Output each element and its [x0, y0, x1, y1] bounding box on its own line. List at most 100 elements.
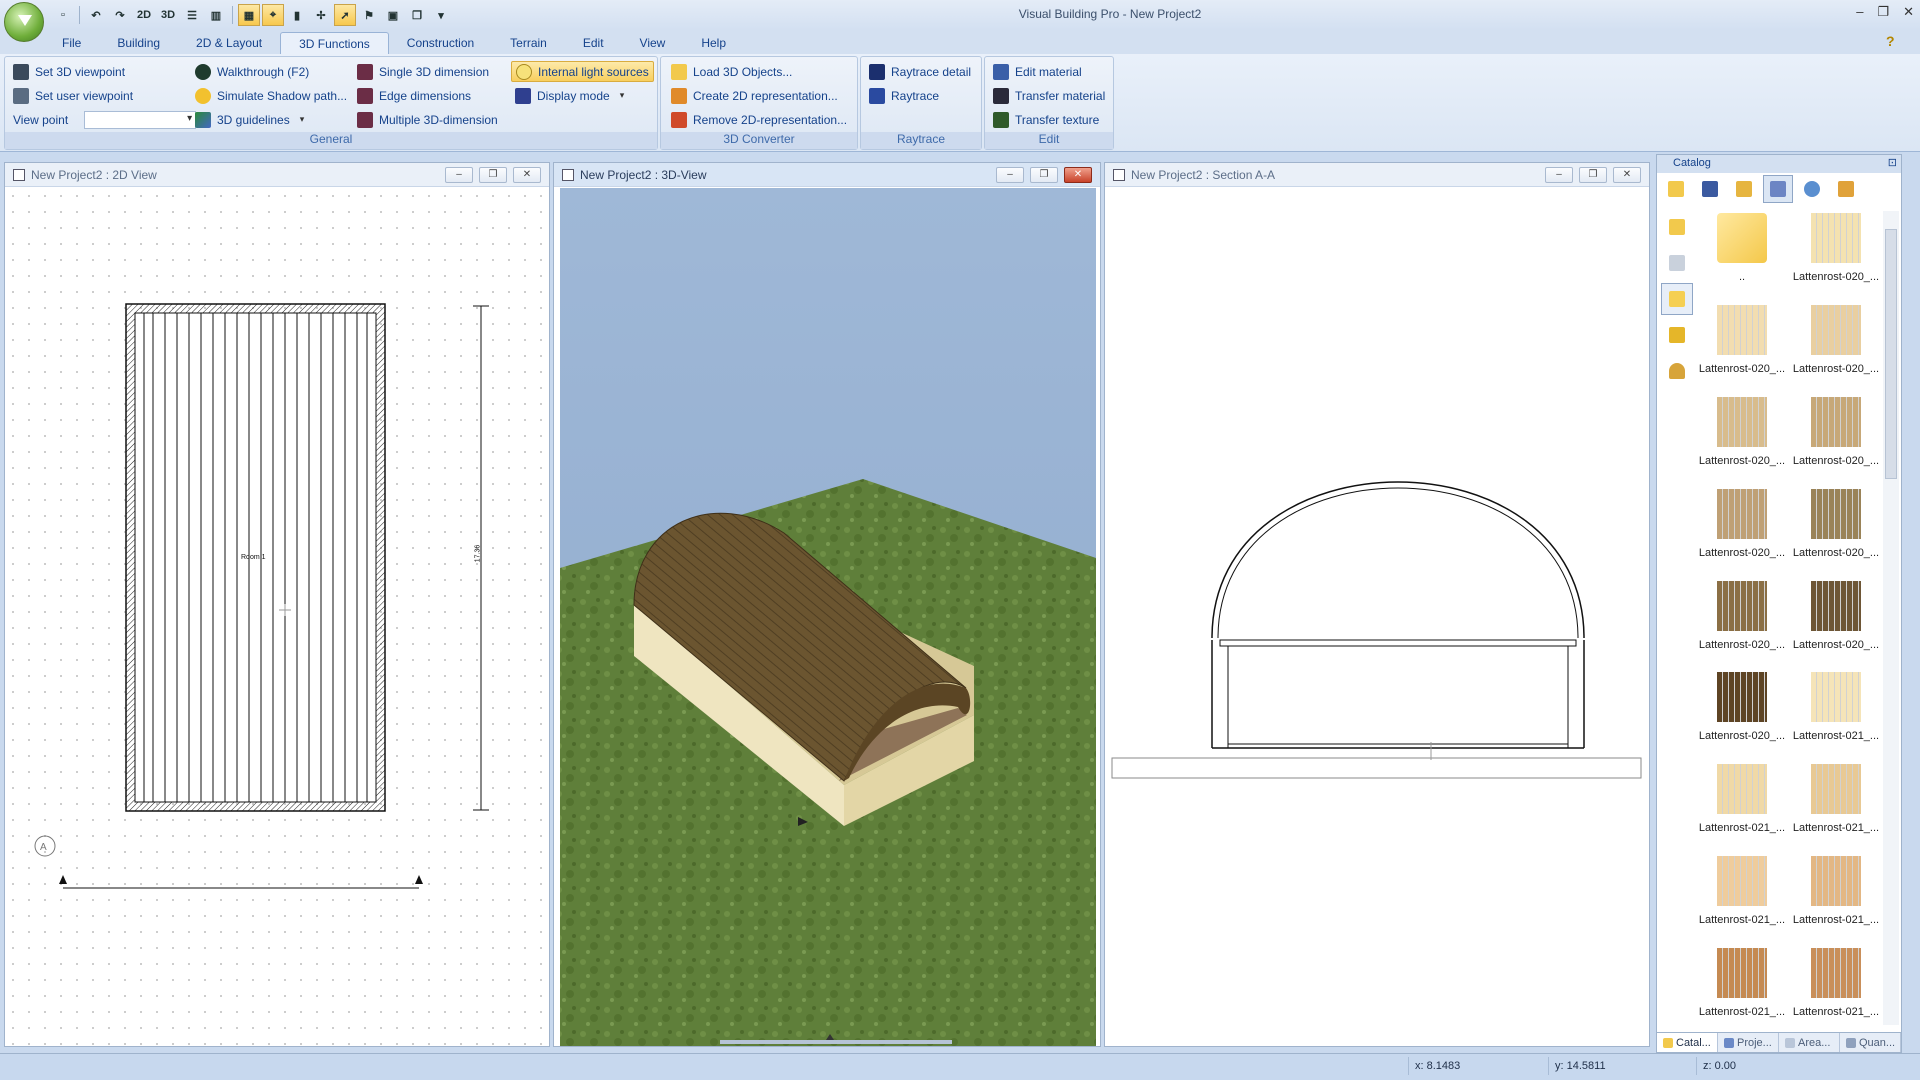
material-swatch: [1811, 488, 1861, 539]
catalog-globe-icon[interactable]: [1797, 175, 1827, 203]
floor-plan: A: [34, 303, 489, 889]
person-icon[interactable]: [1661, 355, 1693, 387]
tab-area[interactable]: Area...: [1779, 1033, 1840, 1052]
catalog-settings-icon[interactable]: [1831, 175, 1861, 203]
internal-light-sources-button[interactable]: Internal light sources: [511, 61, 654, 82]
minimize-icon[interactable]: –: [996, 167, 1024, 183]
panel-section-a-a: New Project2 : Section A-A – ❐ ✕: [1104, 162, 1650, 1047]
tab-view[interactable]: View: [622, 32, 684, 54]
edge-dimensions-button[interactable]: Edge dimensions: [353, 85, 475, 106]
close-icon[interactable]: ✕: [1613, 167, 1641, 183]
edit-material-button[interactable]: Edit material: [989, 61, 1086, 82]
transfer-material-button[interactable]: Transfer material: [989, 85, 1109, 106]
set-3d-viewpoint-button[interactable]: Set 3D viewpoint: [9, 61, 129, 82]
raytrace-button[interactable]: Raytrace: [865, 85, 943, 106]
tab-building[interactable]: Building: [99, 32, 178, 54]
multiple-3d-dimension-button[interactable]: Multiple 3D-dimension: [353, 109, 502, 130]
create-2d-icon: [671, 87, 687, 104]
catalog-item[interactable]: Lattenrost-021_...: [1791, 854, 1881, 932]
3d-canvas[interactable]: [554, 188, 1100, 1046]
layers-icon[interactable]: [1661, 247, 1693, 279]
catalog-item[interactable]: ..: [1697, 211, 1787, 289]
catalog-item[interactable]: Lattenrost-020_...: [1697, 395, 1787, 473]
single-3d-dimension-button[interactable]: Single 3D dimension: [353, 61, 493, 82]
camera-icon: [13, 63, 29, 80]
section-canvas[interactable]: [1105, 188, 1649, 1046]
panel-section-header: New Project2 : Section A-A – ❐ ✕: [1105, 163, 1649, 187]
catalog-item[interactable]: Lattenrost-020_...: [1697, 670, 1787, 748]
restore-icon[interactable]: ❐: [1030, 167, 1058, 183]
catalog-materials-icon[interactable]: [1763, 175, 1793, 203]
chevron-down-icon: ▾: [299, 114, 305, 124]
catalog-item[interactable]: Lattenrost-020_...: [1697, 487, 1787, 565]
create-2d-representation-button[interactable]: Create 2D representation...: [667, 85, 842, 106]
tab-file[interactable]: File: [44, 32, 99, 54]
material-swatch: [1717, 304, 1767, 355]
catalog-book-icon[interactable]: [1695, 175, 1725, 203]
2d-canvas[interactable]: A Room 1 17.36: [5, 188, 549, 1046]
set-user-viewpoint-button[interactable]: Set user viewpoint: [9, 85, 137, 106]
simulate-shadow-button[interactable]: Simulate Shadow path...: [191, 85, 351, 106]
help-icon[interactable]: ?: [1886, 33, 1902, 49]
view-point-select[interactable]: [84, 110, 197, 129]
catalog-item[interactable]: Lattenrost-020_...: [1791, 487, 1881, 565]
edge-dimension-icon: [357, 87, 373, 104]
walkthrough-button[interactable]: Walkthrough (F2): [191, 61, 313, 82]
panel-title: New Project2 : 2D View: [31, 167, 157, 182]
tab-quantity[interactable]: Quan...: [1840, 1033, 1901, 1052]
edit-material-icon: [993, 63, 1009, 80]
catalog-folder-up-icon[interactable]: [1729, 175, 1759, 203]
close-icon[interactable]: ✕: [1064, 167, 1092, 183]
catalog-item-label: Lattenrost-021_...: [1698, 914, 1786, 927]
catalog-item[interactable]: Lattenrost-021_...: [1791, 670, 1881, 748]
transfer-texture-button[interactable]: Transfer texture: [989, 109, 1103, 130]
tab-help[interactable]: Help: [683, 32, 744, 54]
window-controls: – ❐ ✕: [1856, 4, 1914, 20]
tab-catalog[interactable]: Catal...: [1657, 1033, 1718, 1052]
catalog-item[interactable]: Lattenrost-021_...: [1697, 854, 1787, 932]
restore-icon[interactable]: ❐: [1877, 4, 1889, 20]
close-icon[interactable]: ✕: [513, 167, 541, 183]
restore-icon[interactable]: ❐: [1579, 167, 1607, 183]
book-icon[interactable]: [1661, 319, 1693, 351]
catalog-item[interactable]: Lattenrost-020_...: [1791, 211, 1881, 289]
remove-2d-representation-button[interactable]: Remove 2D-representation...: [667, 109, 851, 130]
application-menu-button[interactable]: [4, 2, 44, 42]
display-mode-button[interactable]: Display mode ▾: [511, 85, 628, 106]
ribbon-tab-bar: File Building 2D & Layout 3D Functions C…: [0, 30, 1920, 54]
minimize-icon[interactable]: –: [1856, 4, 1863, 20]
catalog-item[interactable]: Lattenrost-021_...: [1791, 762, 1881, 840]
catalog-item[interactable]: Lattenrost-021_...: [1697, 762, 1787, 840]
close-icon[interactable]: ✕: [1903, 4, 1914, 20]
window-title: Visual Building Pro - New Project2: [1018, 7, 1202, 21]
catalog-item[interactable]: Lattenrost-021_...: [1791, 946, 1881, 1024]
pin-icon[interactable]: ⊡: [1888, 156, 1897, 169]
tab-3d-functions[interactable]: 3D Functions: [280, 32, 389, 54]
catalog-scrollbar[interactable]: [1883, 211, 1899, 1025]
tab-2d-layout[interactable]: 2D & Layout: [178, 32, 280, 54]
catalog-item[interactable]: Lattenrost-020_...: [1791, 303, 1881, 381]
catalog-item[interactable]: Lattenrost-020_...: [1791, 579, 1881, 657]
catalog-item[interactable]: Lattenrost-020_...: [1697, 579, 1787, 657]
catalog-item[interactable]: Lattenrost-021_...: [1697, 946, 1787, 1024]
load-3d-objects-button[interactable]: Load 3D Objects...: [667, 61, 796, 82]
ribbon-group-raytrace: Raytrace detail Raytrace Raytrace: [860, 56, 982, 150]
raytrace-detail-button[interactable]: Raytrace detail: [865, 61, 975, 82]
group-label-3d-converter: 3D Converter: [661, 132, 857, 149]
3d-guidelines-button[interactable]: 3D guidelines ▾: [191, 109, 308, 130]
minimize-icon[interactable]: –: [1545, 167, 1573, 183]
catalog-folder-icon[interactable]: [1661, 175, 1691, 203]
catalog-item[interactable]: Lattenrost-020_...: [1791, 395, 1881, 473]
tab-terrain[interactable]: Terrain: [492, 32, 565, 54]
material-swatch: [1811, 580, 1861, 631]
status-x: x: 8.1483: [1408, 1057, 1544, 1075]
tab-project[interactable]: Proje...: [1718, 1033, 1779, 1052]
restore-icon[interactable]: ❐: [479, 167, 507, 183]
catalog-item[interactable]: Lattenrost-020_...: [1697, 303, 1787, 381]
folder-up-icon[interactable]: [1661, 211, 1693, 243]
tab-construction[interactable]: Construction: [389, 32, 492, 54]
minimize-icon[interactable]: –: [445, 167, 473, 183]
tab-edit[interactable]: Edit: [565, 32, 622, 54]
folder-open-icon[interactable]: [1661, 283, 1693, 315]
status-z: z: 0.00: [1696, 1057, 1806, 1075]
